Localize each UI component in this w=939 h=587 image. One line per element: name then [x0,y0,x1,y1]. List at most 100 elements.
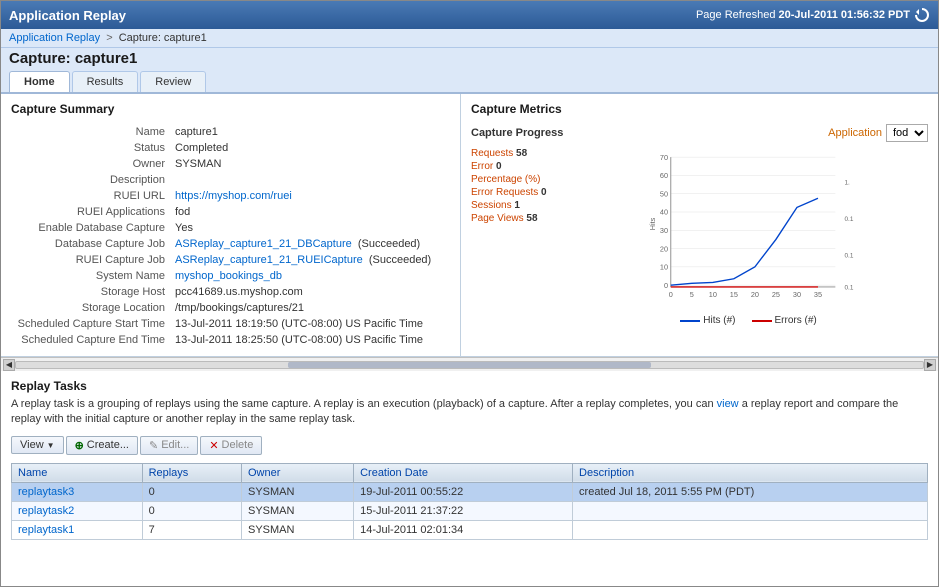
chart-legend-bottom: Hits (#) Errors (#) [569,315,928,326]
svg-text:0: 0 [669,290,673,299]
edit-button[interactable]: ✎ Edit... [140,436,198,455]
chart-stats: Requests 58 Error 0 Percentage (%) Error… [471,148,561,326]
svg-text:10: 10 [709,290,717,299]
svg-text:1.: 1. [845,180,851,187]
field-ruei-apps: RUEI Applications fod [11,204,450,220]
refresh-label: Page Refreshed 20-Jul-2011 01:56:32 PDT [696,9,910,21]
metrics-header: Capture Progress Application fod [471,124,928,142]
capture-summary-title: Capture Summary [11,102,450,116]
replay-tasks-title: Replay Tasks [11,379,928,393]
capture-summary-panel: Capture Summary Name capture1 Status Com… [1,94,461,356]
legend-errors: Errors (#) [752,315,817,326]
field-owner: Owner SYSMAN [11,156,450,172]
breadcrumb-root[interactable]: Application Replay [9,32,100,44]
svg-text:10: 10 [660,263,668,272]
svg-text:Hits: Hits [648,217,657,230]
page-title-bar: Capture: capture1 [1,48,938,71]
svg-text:40: 40 [660,208,668,217]
horizontal-scrollbar[interactable]: ◀ ▶ [1,357,938,371]
cell-replays: 0 [142,482,241,501]
header-right: Page Refreshed 20-Jul-2011 01:56:32 PDT [696,7,930,23]
main-content: Capture Summary Name capture1 Status Com… [1,94,938,548]
svg-text:60: 60 [660,171,668,180]
edit-icon: ✎ [149,439,158,452]
cell-replays: 0 [142,501,241,520]
field-status: Status Completed [11,140,450,156]
chart-area: Requests 58 Error 0 Percentage (%) Error… [471,148,928,326]
field-system-name: System Name myshop_bookings_db [11,268,450,284]
field-name: Name capture1 [11,124,450,140]
svg-text:0.1: 0.1 [845,285,854,292]
svg-text:30: 30 [660,226,668,235]
svg-text:70: 70 [660,153,668,162]
svg-text:0.1: 0.1 [845,253,854,260]
cell-replays: 7 [142,520,241,539]
replay-tasks-table: Name Replays Owner Creation Date Descrip… [11,463,928,540]
view-button[interactable]: View ▼ [11,436,64,454]
svg-text:5: 5 [690,290,694,299]
scroll-thumb[interactable] [288,362,651,368]
view-report-link[interactable]: view [717,398,739,410]
svg-text:35: 35 [814,290,822,299]
application-select[interactable]: fod [886,124,928,142]
cell-description [573,501,928,520]
tab-home[interactable]: Home [9,71,70,92]
field-db-capture-job: Database Capture Job ASReplay_capture1_2… [11,236,450,252]
field-ruei-url: RUEI URL https://myshop.com/ruei [11,188,450,204]
col-name: Name [12,463,143,482]
cell-name: replaytask1 [12,520,143,539]
cell-owner: SYSMAN [242,501,354,520]
svg-text:0: 0 [664,281,668,290]
capture-progress-title: Capture Progress [471,127,563,139]
table-row[interactable]: replaytask1 7 SYSMAN 14-Jul-2011 02:01:3… [12,520,928,539]
ruei-url-link[interactable]: https://myshop.com/ruei [175,190,292,202]
cell-creation-date: 14-Jul-2011 02:01:34 [354,520,573,539]
field-storage-location: Storage Location /tmp/bookings/captures/… [11,300,450,316]
svg-text:50: 50 [660,189,668,198]
cell-creation-date: 19-Jul-2011 00:55:22 [354,482,573,501]
cell-description: created Jul 18, 2011 5:55 PM (PDT) [573,482,928,501]
capture-metrics-panel: Capture Metrics Capture Progress Applica… [461,94,938,356]
replay-tasks-toolbar: View ▼ ⊕ Create... ✎ Edit... ✕ Delete [11,434,928,457]
field-ruei-capture-job: RUEI Capture Job ASReplay_capture1_21_RU… [11,252,450,268]
table-row[interactable]: replaytask2 0 SYSMAN 15-Jul-2011 21:37:2… [12,501,928,520]
capture-metrics-title: Capture Metrics [471,102,928,116]
breadcrumb-current: Capture: capture1 [119,32,207,44]
scroll-left-arrow[interactable]: ◀ [3,359,15,371]
app-title: Application Replay [9,8,126,23]
chart-container: Hits 1. 0.1 0.1 0.1 [569,148,928,326]
breadcrumb: Application Replay > Capture: capture1 [1,29,938,48]
scroll-right-arrow[interactable]: ▶ [924,359,936,371]
view-dropdown-arrow: ▼ [47,441,55,450]
db-capture-job-link[interactable]: ASReplay_capture1_21_DBCapture [175,238,352,250]
two-col-layout: Capture Summary Name capture1 Status Com… [1,94,938,357]
scroll-track[interactable] [15,361,924,369]
cell-owner: SYSMAN [242,520,354,539]
refresh-icon[interactable] [914,7,930,23]
svg-text:20: 20 [660,244,668,253]
field-capture-end: Scheduled Capture End Time 13-Jul-2011 1… [11,332,450,348]
cell-description [573,520,928,539]
capture-chart: Hits 1. 0.1 0.1 0.1 [569,148,928,308]
table-row[interactable]: replaytask3 0 SYSMAN 19-Jul-2011 00:55:2… [12,482,928,501]
cell-name: replaytask3 [12,482,143,501]
legend-hits: Hits (#) [680,315,735,326]
app-selector: Application fod [828,124,928,142]
create-icon: ⊕ [75,439,84,452]
replay-tasks-description: A replay task is a grouping of replays u… [11,397,928,428]
tabs-bar: Home Results Review [1,71,938,94]
delete-icon: ✕ [209,439,218,452]
delete-button[interactable]: ✕ Delete [200,436,262,455]
replay-tasks-section: Replay Tasks A replay task is a grouping… [1,371,938,548]
svg-text:25: 25 [772,290,780,299]
ruei-capture-job-link[interactable]: ASReplay_capture1_21_RUEICapture [175,254,363,266]
tab-review[interactable]: Review [140,71,206,92]
svg-text:0.1: 0.1 [845,216,854,223]
field-capture-start: Scheduled Capture Start Time 13-Jul-2011… [11,316,450,332]
col-owner: Owner [242,463,354,482]
svg-text:20: 20 [751,290,759,299]
page-title: Capture: capture1 [9,50,930,67]
tab-results[interactable]: Results [72,71,139,92]
system-name-link[interactable]: myshop_bookings_db [175,270,282,282]
create-button[interactable]: ⊕ Create... [66,436,138,455]
